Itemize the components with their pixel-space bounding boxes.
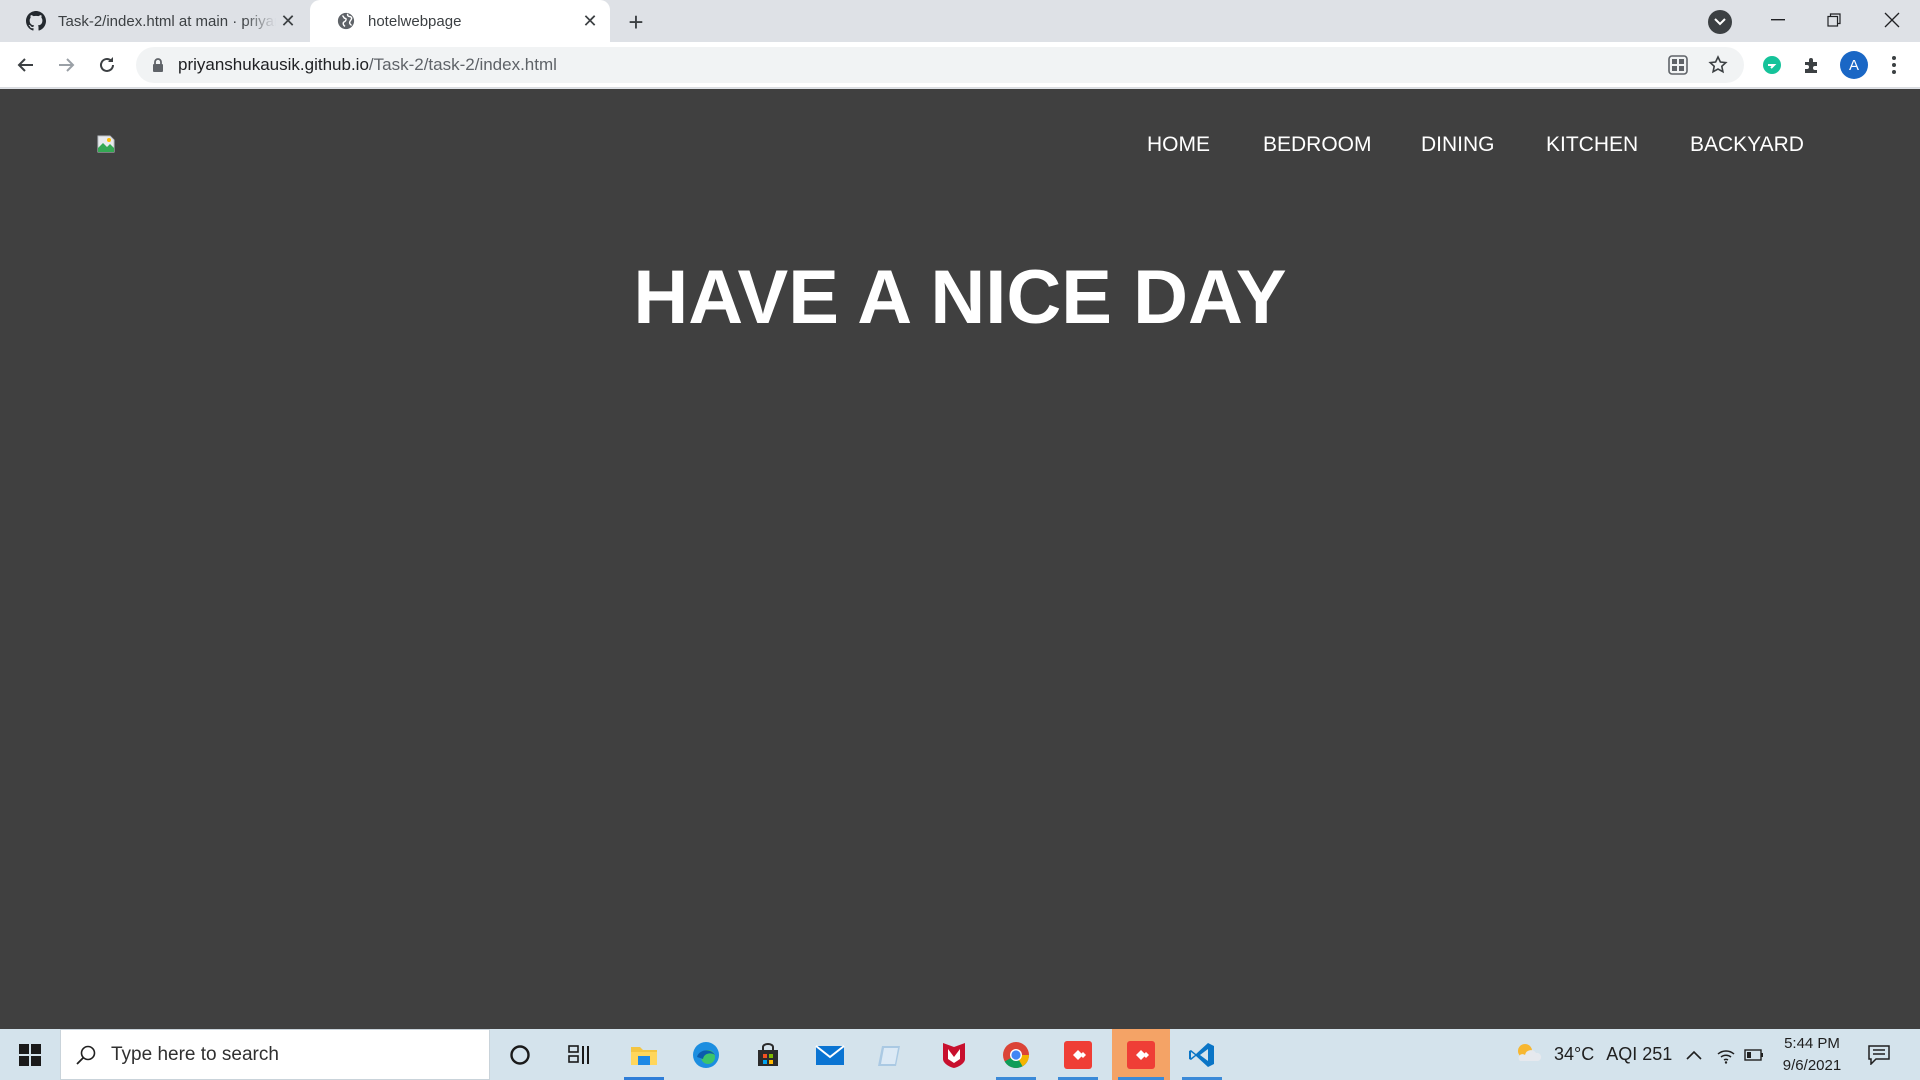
github-icon [26,11,46,31]
cortana-icon[interactable] [494,1029,546,1080]
translate-icon[interactable] [1666,53,1690,77]
nav-bedroom[interactable]: BEDROOM [1263,133,1372,163]
sticky-app-icon[interactable] [864,1029,916,1080]
battery-icon[interactable] [1744,1029,1764,1080]
tab-hotelwebpage[interactable]: hotelwebpage ✕ [310,0,610,42]
task-view-icon[interactable] [554,1029,606,1080]
chrome-icon[interactable] [990,1029,1042,1080]
vscode-icon[interactable] [1176,1029,1228,1080]
edge-icon[interactable] [680,1029,732,1080]
anydesk-icon[interactable] [1112,1029,1170,1080]
close-tab-icon[interactable]: ✕ [580,11,600,31]
page-viewport: HOME BEDROOM DINING KITCHEN BACKYARD HAV… [0,89,1920,1029]
tab-title: hotelwebpage [368,12,462,30]
grammarly-extension-icon[interactable] [1760,53,1784,77]
url-path: /Task-2/task-2/index.html [368,55,557,74]
clock-time: 5:44 PM [1784,1035,1840,1052]
new-tab-button[interactable]: + [622,7,650,37]
tab-title: Task-2/index.html at main · priyanshukau… [58,12,276,30]
globe-icon [336,11,356,31]
anydesk-icon[interactable] [1052,1029,1104,1080]
notifications-icon[interactable] [1868,1029,1890,1080]
nav-kitchen[interactable]: KITCHEN [1546,133,1638,163]
network-icon[interactable] [1716,1029,1736,1080]
broken-image-icon [96,134,116,154]
weather-aqi: AQI 251 [1606,1044,1673,1064]
tab-github[interactable]: Task-2/index.html at main · priyanshukau… [0,0,308,42]
bookmark-star-icon[interactable] [1706,53,1730,77]
windows-taskbar: Type here to search 34°C AQI 251 5:44 PM… [0,1029,1920,1080]
store-icon[interactable] [742,1029,794,1080]
nav-home[interactable]: HOME [1147,133,1210,163]
nav-dining[interactable]: DINING [1421,133,1495,163]
weather-sun-icon [1514,1041,1542,1068]
close-tab-icon[interactable]: ✕ [278,11,298,31]
system-clock[interactable]: 5:44 PM 9/6/2021 [1772,1033,1852,1077]
close-window-icon[interactable] [1864,0,1920,40]
clock-date: 9/6/2021 [1782,1057,1842,1074]
windows-start-icon[interactable] [0,1029,60,1080]
file-explorer-icon[interactable] [618,1029,670,1080]
taskbar-search-input[interactable]: Type here to search [60,1029,490,1080]
extensions-puzzle-icon[interactable] [1800,53,1824,77]
lock-icon[interactable] [152,58,164,77]
profile-avatar[interactable]: A [1840,51,1868,79]
weather-widget[interactable]: 34°C AQI 251 [1514,1029,1672,1080]
tab-search-icon[interactable] [1708,10,1732,34]
url-host: priyanshukausik.github.io [178,55,369,74]
mail-icon[interactable] [804,1029,856,1080]
url-text[interactable]: priyanshukausik.github.io/Task-2/task-2/… [178,55,557,75]
kebab-menu-icon[interactable] [1882,53,1906,77]
browser-toolbar: priyanshukausik.github.io/Task-2/task-2/… [0,42,1920,88]
address-bar[interactable]: priyanshukausik.github.io/Task-2/task-2/… [136,47,1744,83]
forward-arrow-icon[interactable] [50,49,82,81]
weather-temperature: 34°C [1554,1044,1595,1064]
search-icon [75,1044,97,1071]
back-arrow-icon[interactable] [10,49,42,81]
nav-backyard[interactable]: BACKYARD [1690,133,1804,163]
hero-heading: HAVE A NICE DAY [633,255,1287,340]
search-placeholder: Type here to search [111,1044,279,1065]
minimize-icon[interactable] [1750,0,1806,40]
mcafee-icon[interactable] [928,1029,980,1080]
reload-icon[interactable] [91,49,123,81]
chevron-up-icon[interactable] [1686,1029,1702,1080]
tab-strip: Task-2/index.html at main · priyanshukau… [0,0,1920,42]
restore-icon[interactable] [1806,0,1862,40]
